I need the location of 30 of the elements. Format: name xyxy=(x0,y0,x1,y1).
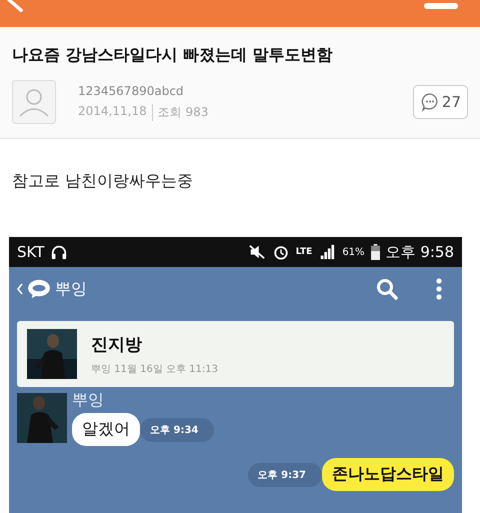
notice-meta: 뿌잉 11월 16일 오후 11:13 xyxy=(91,362,218,376)
mute-icon xyxy=(248,244,266,260)
chat-title: 뿌잉 xyxy=(55,278,87,300)
carrier-label: SKT xyxy=(17,243,44,261)
post-date: 2014,11,18 xyxy=(78,104,147,120)
message-time: 오후 9:34 xyxy=(140,418,214,442)
notice-card[interactable]: 진지방 뿌잉 11월 16일 오후 11:13 xyxy=(17,321,454,387)
more-icon[interactable] xyxy=(436,278,442,300)
battery-icon xyxy=(370,244,380,260)
signal-icon xyxy=(318,244,336,260)
notice-title: 진지방 xyxy=(91,334,143,356)
headset-icon xyxy=(50,244,68,260)
view-count: 조회 983 xyxy=(152,104,208,120)
network-label: LTE xyxy=(296,247,312,257)
message-bubble: 존나노답스타일 xyxy=(322,458,454,491)
clock-label: 오후 9:58 xyxy=(386,242,454,262)
battery-label: 61% xyxy=(342,246,365,258)
message-bubble: 알겠어 xyxy=(72,413,140,446)
avatar-icon xyxy=(12,80,56,124)
comment-button[interactable]: 27 xyxy=(412,85,468,119)
search-icon[interactable] xyxy=(376,278,398,300)
post-title: 나요즘 강남스타일다시 빠졌는데 말투도변함 xyxy=(12,45,334,66)
menu-icon[interactable] xyxy=(424,2,458,10)
sender-name: 뿌잉 xyxy=(72,390,105,411)
post-text: 참고로 남친이랑싸우는중 xyxy=(11,170,194,192)
chat-bubble-icon xyxy=(27,279,51,299)
alarm-icon xyxy=(272,244,290,260)
message-time: 오후 9:37 xyxy=(248,462,322,486)
author-name: 1234567890abcd xyxy=(78,84,185,98)
comment-icon xyxy=(420,92,440,112)
